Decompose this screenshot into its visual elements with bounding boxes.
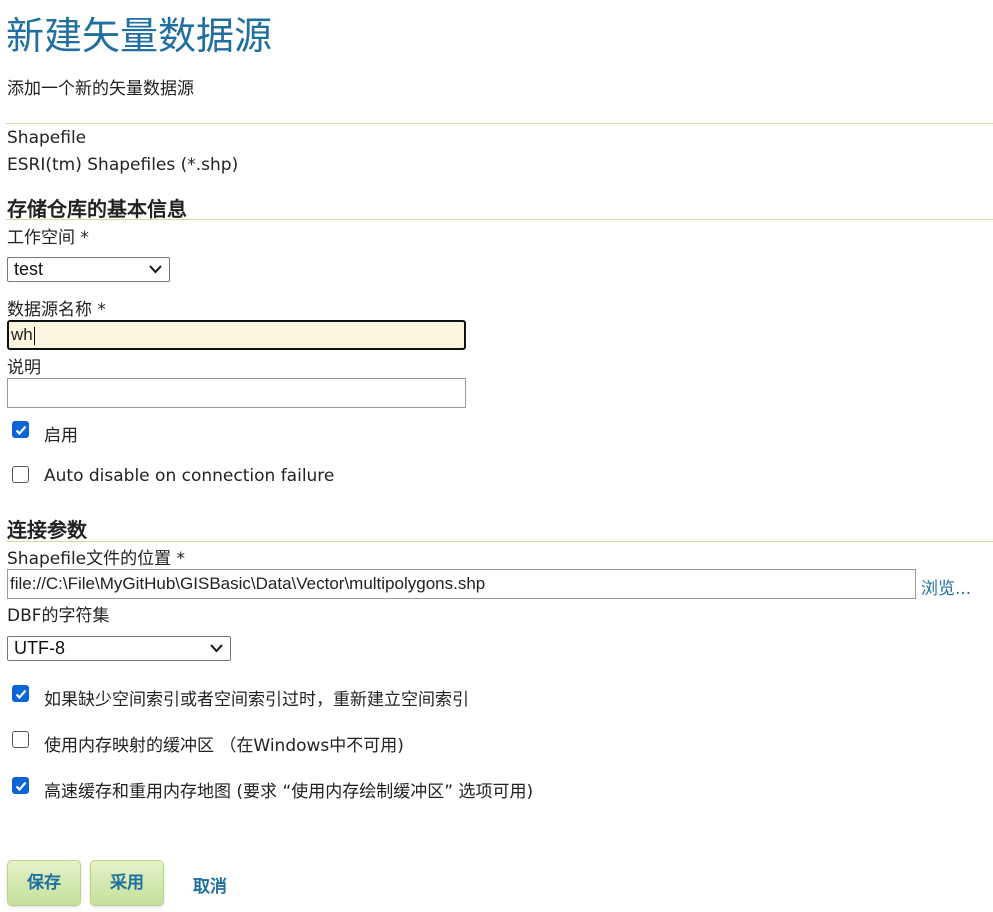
source-type: Shapefile — [7, 128, 87, 148]
datasource-name-label: 数据源名称 * — [7, 300, 106, 320]
datasource-name-value: wh — [11, 325, 33, 344]
enabled-checkbox[interactable] — [12, 421, 29, 438]
browse-link[interactable]: 浏览... — [921, 574, 971, 599]
basic-info-heading: 存储仓库的基本信息 — [7, 197, 187, 221]
new-vector-datasource-page: 新建矢量数据源 添加一个新的矢量数据源 Shapefile ESRI(tm) S… — [0, 0, 993, 912]
page-subtitle: 添加一个新的矢量数据源 — [7, 79, 194, 99]
auto-disable-label: Auto disable on connection failure — [44, 466, 335, 486]
shapefile-location-value: file://C:\File\MyGitHub\GISBasic\Data\Ve… — [10, 574, 486, 593]
checkmark-icon — [15, 781, 27, 792]
divider — [6, 541, 993, 542]
page-title: 新建矢量数据源 — [6, 14, 273, 58]
workspace-label: 工作空间 * — [7, 228, 89, 248]
cache-memory-maps-checkbox[interactable] — [12, 777, 29, 794]
checkmark-icon — [15, 425, 27, 436]
dbf-charset-label: DBF的字符集 — [7, 606, 110, 626]
enabled-label: 启用 — [44, 426, 78, 446]
rebuild-spatial-index-checkbox[interactable] — [12, 685, 29, 702]
cache-memory-maps-label: 高速缓存和重用内存地图 (要求 “使用内存绘制缓冲区” 选项可用) — [44, 782, 534, 802]
auto-disable-checkbox[interactable] — [12, 466, 29, 483]
rebuild-spatial-index-label: 如果缺少空间索引或者空间索引过时，重新建立空间索引 — [44, 690, 469, 710]
chevron-down-icon — [149, 265, 162, 274]
save-button[interactable]: 保存 — [7, 860, 81, 906]
apply-button[interactable]: 采用 — [90, 860, 164, 906]
shapefile-location-label: Shapefile文件的位置 * — [7, 549, 186, 569]
source-description: ESRI(tm) Shapefiles (*.shp) — [7, 155, 239, 175]
memory-mapped-buffer-label: 使用内存映射的缓冲区 （在Windows中不可用) — [44, 736, 404, 756]
description-input[interactable] — [7, 378, 466, 408]
cancel-link[interactable]: 取消 — [193, 872, 227, 897]
text-caret — [33, 326, 35, 345]
chevron-down-icon — [210, 644, 223, 653]
divider — [6, 219, 993, 220]
dbf-charset-select[interactable]: UTF-8 — [7, 636, 231, 661]
description-label: 说明 — [7, 358, 41, 378]
checkmark-icon — [15, 689, 27, 700]
memory-mapped-buffer-checkbox[interactable] — [12, 731, 29, 748]
workspace-select[interactable]: test — [7, 257, 170, 282]
dbf-charset-value: UTF-8 — [14, 638, 65, 658]
shapefile-location-input[interactable]: file://C:\File\MyGitHub\GISBasic\Data\Ve… — [7, 569, 916, 599]
datasource-name-input[interactable]: wh — [7, 320, 466, 350]
connection-params-heading: 连接参数 — [7, 518, 87, 542]
workspace-select-value: test — [14, 259, 44, 279]
divider — [6, 123, 993, 124]
